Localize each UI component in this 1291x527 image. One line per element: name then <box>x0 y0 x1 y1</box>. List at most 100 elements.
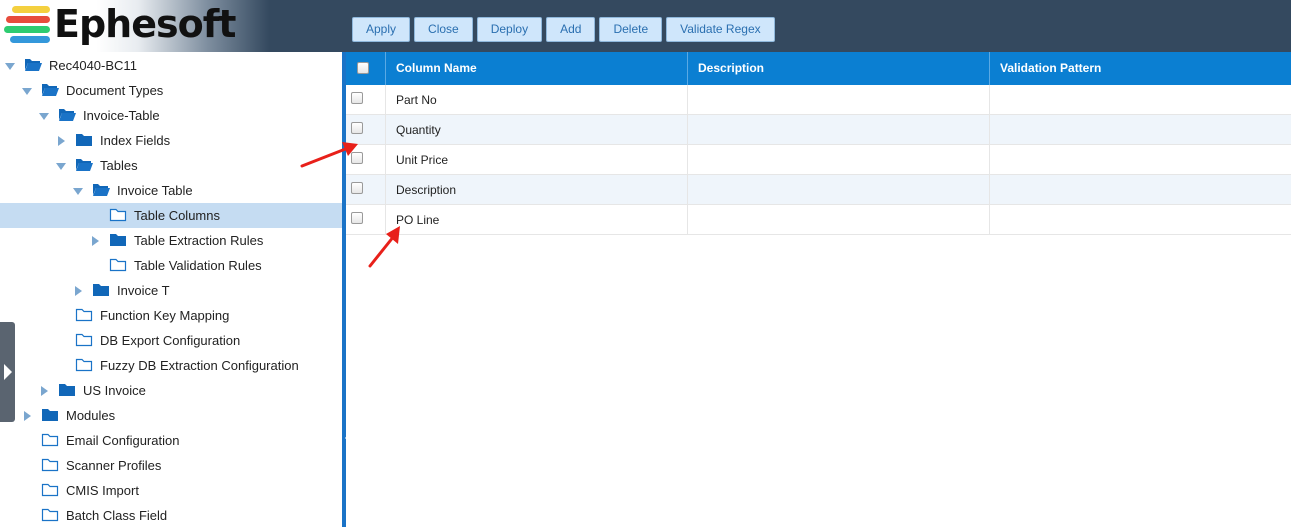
cell-column-name[interactable]: PO Line <box>386 205 688 235</box>
table-row[interactable]: Quantity <box>346 115 1291 145</box>
expand-left-panel-tab[interactable] <box>0 322 15 422</box>
cell-validation-pattern[interactable] <box>990 205 1291 235</box>
cell-column-name[interactable]: Part No <box>386 85 688 115</box>
folder-icon <box>41 407 59 422</box>
header-description[interactable]: Description <box>688 52 990 85</box>
tree-item-label: Invoice-Table <box>83 108 160 123</box>
batch-class-tree: Rec4040-BC11 Document Types Invoice-Table I… <box>0 52 342 527</box>
folder-outline-icon <box>41 457 59 472</box>
folder-outline-icon <box>75 332 93 347</box>
cell-validation-pattern[interactable] <box>990 115 1291 145</box>
cell-validation-pattern[interactable] <box>990 175 1291 205</box>
expanded-arrow-icon[interactable] <box>56 163 66 170</box>
apply-button[interactable]: Apply <box>352 17 411 42</box>
tree-item-us-invoice[interactable]: US Invoice <box>0 378 342 403</box>
deploy-button[interactable]: Deploy <box>476 17 543 42</box>
collapsed-arrow-icon[interactable] <box>24 411 31 421</box>
cell-column-name[interactable]: Description <box>386 175 688 205</box>
cell-validation-pattern[interactable] <box>990 85 1291 115</box>
table-row[interactable]: Unit Price <box>346 145 1291 175</box>
tree-item-email-configuration[interactable]: Email Configuration <box>0 428 342 453</box>
table-row[interactable]: PO Line <box>346 205 1291 235</box>
cell-description[interactable] <box>688 85 990 115</box>
header-column-name[interactable]: Column Name <box>386 52 688 85</box>
row-checkbox[interactable] <box>351 122 363 134</box>
tree-item-table-columns[interactable]: Table Columns <box>0 203 342 228</box>
tree-item-label: Table Extraction Rules <box>134 233 264 248</box>
row-select-cell <box>346 85 386 115</box>
folder-outline-icon <box>41 507 59 522</box>
tree-item-index-fields[interactable]: Index Fields <box>0 128 342 153</box>
logo-bar-blue <box>10 36 50 43</box>
row-select-cell <box>346 175 386 205</box>
table-row[interactable]: Part No <box>346 85 1291 115</box>
tree-item-label: Email Configuration <box>66 433 180 448</box>
toolbar: Apply Close Deploy Add Delete Validate Regex <box>352 17 775 42</box>
row-checkbox[interactable] <box>351 92 363 104</box>
expand-right-icon <box>4 364 12 380</box>
expanded-arrow-icon[interactable] <box>73 188 83 195</box>
tree-item-modules[interactable]: Modules <box>0 403 342 428</box>
tree-item-scanner-profiles[interactable]: Scanner Profiles <box>0 453 342 478</box>
tree-item-table-validation-rules[interactable]: Table Validation Rules <box>0 253 342 278</box>
tree-item-cmis-import[interactable]: CMIS Import <box>0 478 342 503</box>
tree-item-db-export-configuration[interactable]: DB Export Configuration <box>0 328 342 353</box>
top-bar: Ephesoft Apply Close Deploy Add Delete Valida… <box>0 0 1291 52</box>
tree-item-invoice-table[interactable]: Invoice Table <box>0 178 342 203</box>
delete-button[interactable]: Delete <box>599 17 663 42</box>
tree-item-table-extraction-rules[interactable]: Table Extraction Rules <box>0 228 342 253</box>
cell-description[interactable] <box>688 145 990 175</box>
header-validation-pattern[interactable]: Validation Pattern <box>990 52 1291 85</box>
validate-regex-button[interactable]: Validate Regex <box>666 17 775 42</box>
folder-icon <box>92 282 110 297</box>
tree-item-label: US Invoice <box>83 383 146 398</box>
table-columns-grid: Column Name Description Validation Patte… <box>346 52 1291 527</box>
annotation-arrow-row <box>368 226 400 268</box>
expanded-arrow-icon[interactable] <box>22 88 32 95</box>
grid-header: Column Name Description Validation Patte… <box>346 52 1291 85</box>
tree-item-label: Fuzzy DB Extraction Configuration <box>100 358 299 373</box>
expanded-arrow-icon[interactable] <box>5 63 15 70</box>
cell-column-name[interactable]: Unit Price <box>386 145 688 175</box>
collapsed-arrow-icon[interactable] <box>75 286 82 296</box>
table-row[interactable]: Description <box>346 175 1291 205</box>
cell-description[interactable] <box>688 175 990 205</box>
cell-description[interactable] <box>688 205 990 235</box>
folder-outline-icon <box>41 482 59 497</box>
folder-icon <box>75 132 93 147</box>
row-checkbox[interactable] <box>351 182 363 194</box>
tree-item-tables[interactable]: Tables <box>0 153 342 178</box>
tree-item-label: Scanner Profiles <box>66 458 162 473</box>
folder-open-icon <box>75 157 93 172</box>
tree-item-document-types[interactable]: Document Types <box>0 78 342 103</box>
tree-item-label: Table Columns <box>134 208 220 223</box>
tree-item-label: CMIS Import <box>66 483 139 498</box>
folder-outline-icon <box>41 432 59 447</box>
row-checkbox[interactable] <box>351 212 363 224</box>
tree-item-label: Function Key Mapping <box>100 308 230 323</box>
cell-column-name[interactable]: Quantity <box>386 115 688 145</box>
close-button[interactable]: Close <box>414 17 473 42</box>
tree-item-label: Document Types <box>66 83 164 98</box>
tree-item-invoice-table[interactable]: Invoice-Table <box>0 103 342 128</box>
select-all-checkbox[interactable] <box>357 62 369 74</box>
folder-open-icon <box>58 107 76 122</box>
cell-description[interactable] <box>688 115 990 145</box>
tree-item-label: Tables <box>100 158 138 173</box>
folder-icon <box>109 232 127 247</box>
tree-item-label: Table Validation Rules <box>134 258 262 273</box>
tree-item-function-key-mapping[interactable]: Function Key Mapping <box>0 303 342 328</box>
expanded-arrow-icon[interactable] <box>39 113 49 120</box>
cell-validation-pattern[interactable] <box>990 145 1291 175</box>
annotation-arrow-checkbox <box>300 142 358 168</box>
collapsed-arrow-icon[interactable] <box>92 236 99 246</box>
tree-item-fuzzy-db-extraction-configuration[interactable]: Fuzzy DB Extraction Configuration <box>0 353 342 378</box>
logo-icon <box>4 6 52 46</box>
logo-bar-yellow <box>12 6 50 13</box>
collapsed-arrow-icon[interactable] <box>41 386 48 396</box>
add-button[interactable]: Add <box>546 17 596 42</box>
tree-item-batch-class-field[interactable]: Batch Class Field <box>0 503 342 527</box>
collapsed-arrow-icon[interactable] <box>58 136 65 146</box>
tree-item-invoice-t[interactable]: Invoice T <box>0 278 342 303</box>
tree-item-rec4040-bc11[interactable]: Rec4040-BC11 <box>0 53 342 78</box>
